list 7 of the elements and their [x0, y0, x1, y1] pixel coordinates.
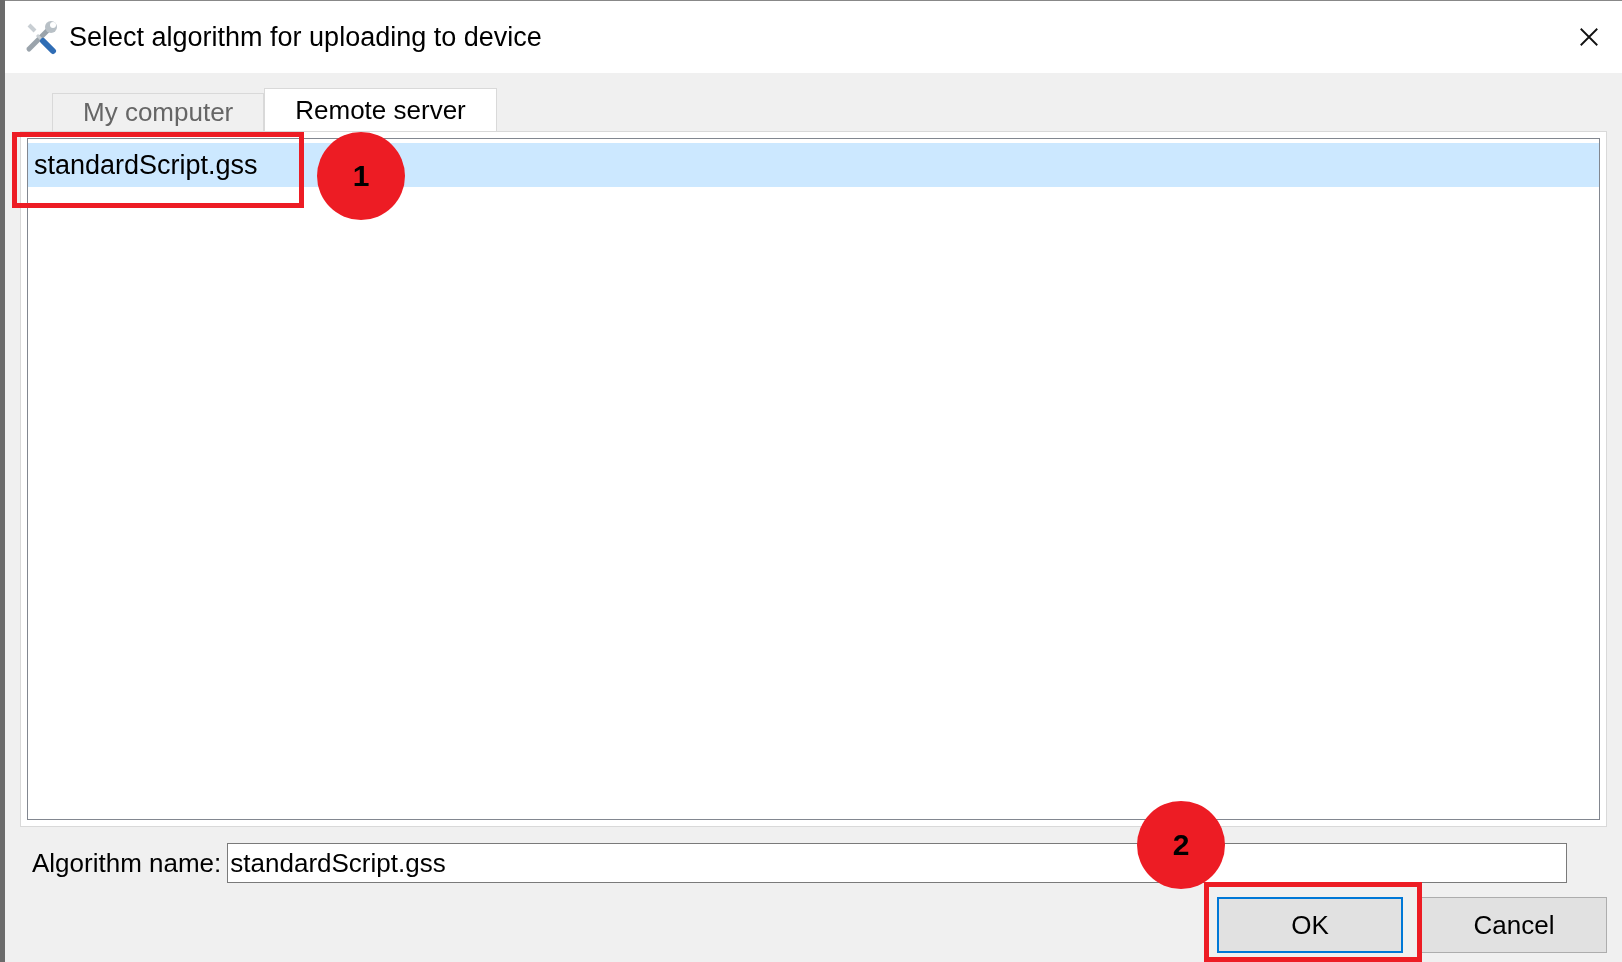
dialog-button[interactable]: OK: [1217, 897, 1403, 953]
dialog-button[interactable]: Cancel: [1421, 897, 1607, 953]
field-label: Algorithm name:: [32, 847, 222, 879]
tab[interactable]: Remote server: [264, 88, 497, 131]
tab[interactable]: My computer: [52, 93, 265, 131]
close-icon[interactable]: [1578, 26, 1600, 48]
window-title: Select algorithm for uploading to device: [69, 21, 543, 53]
